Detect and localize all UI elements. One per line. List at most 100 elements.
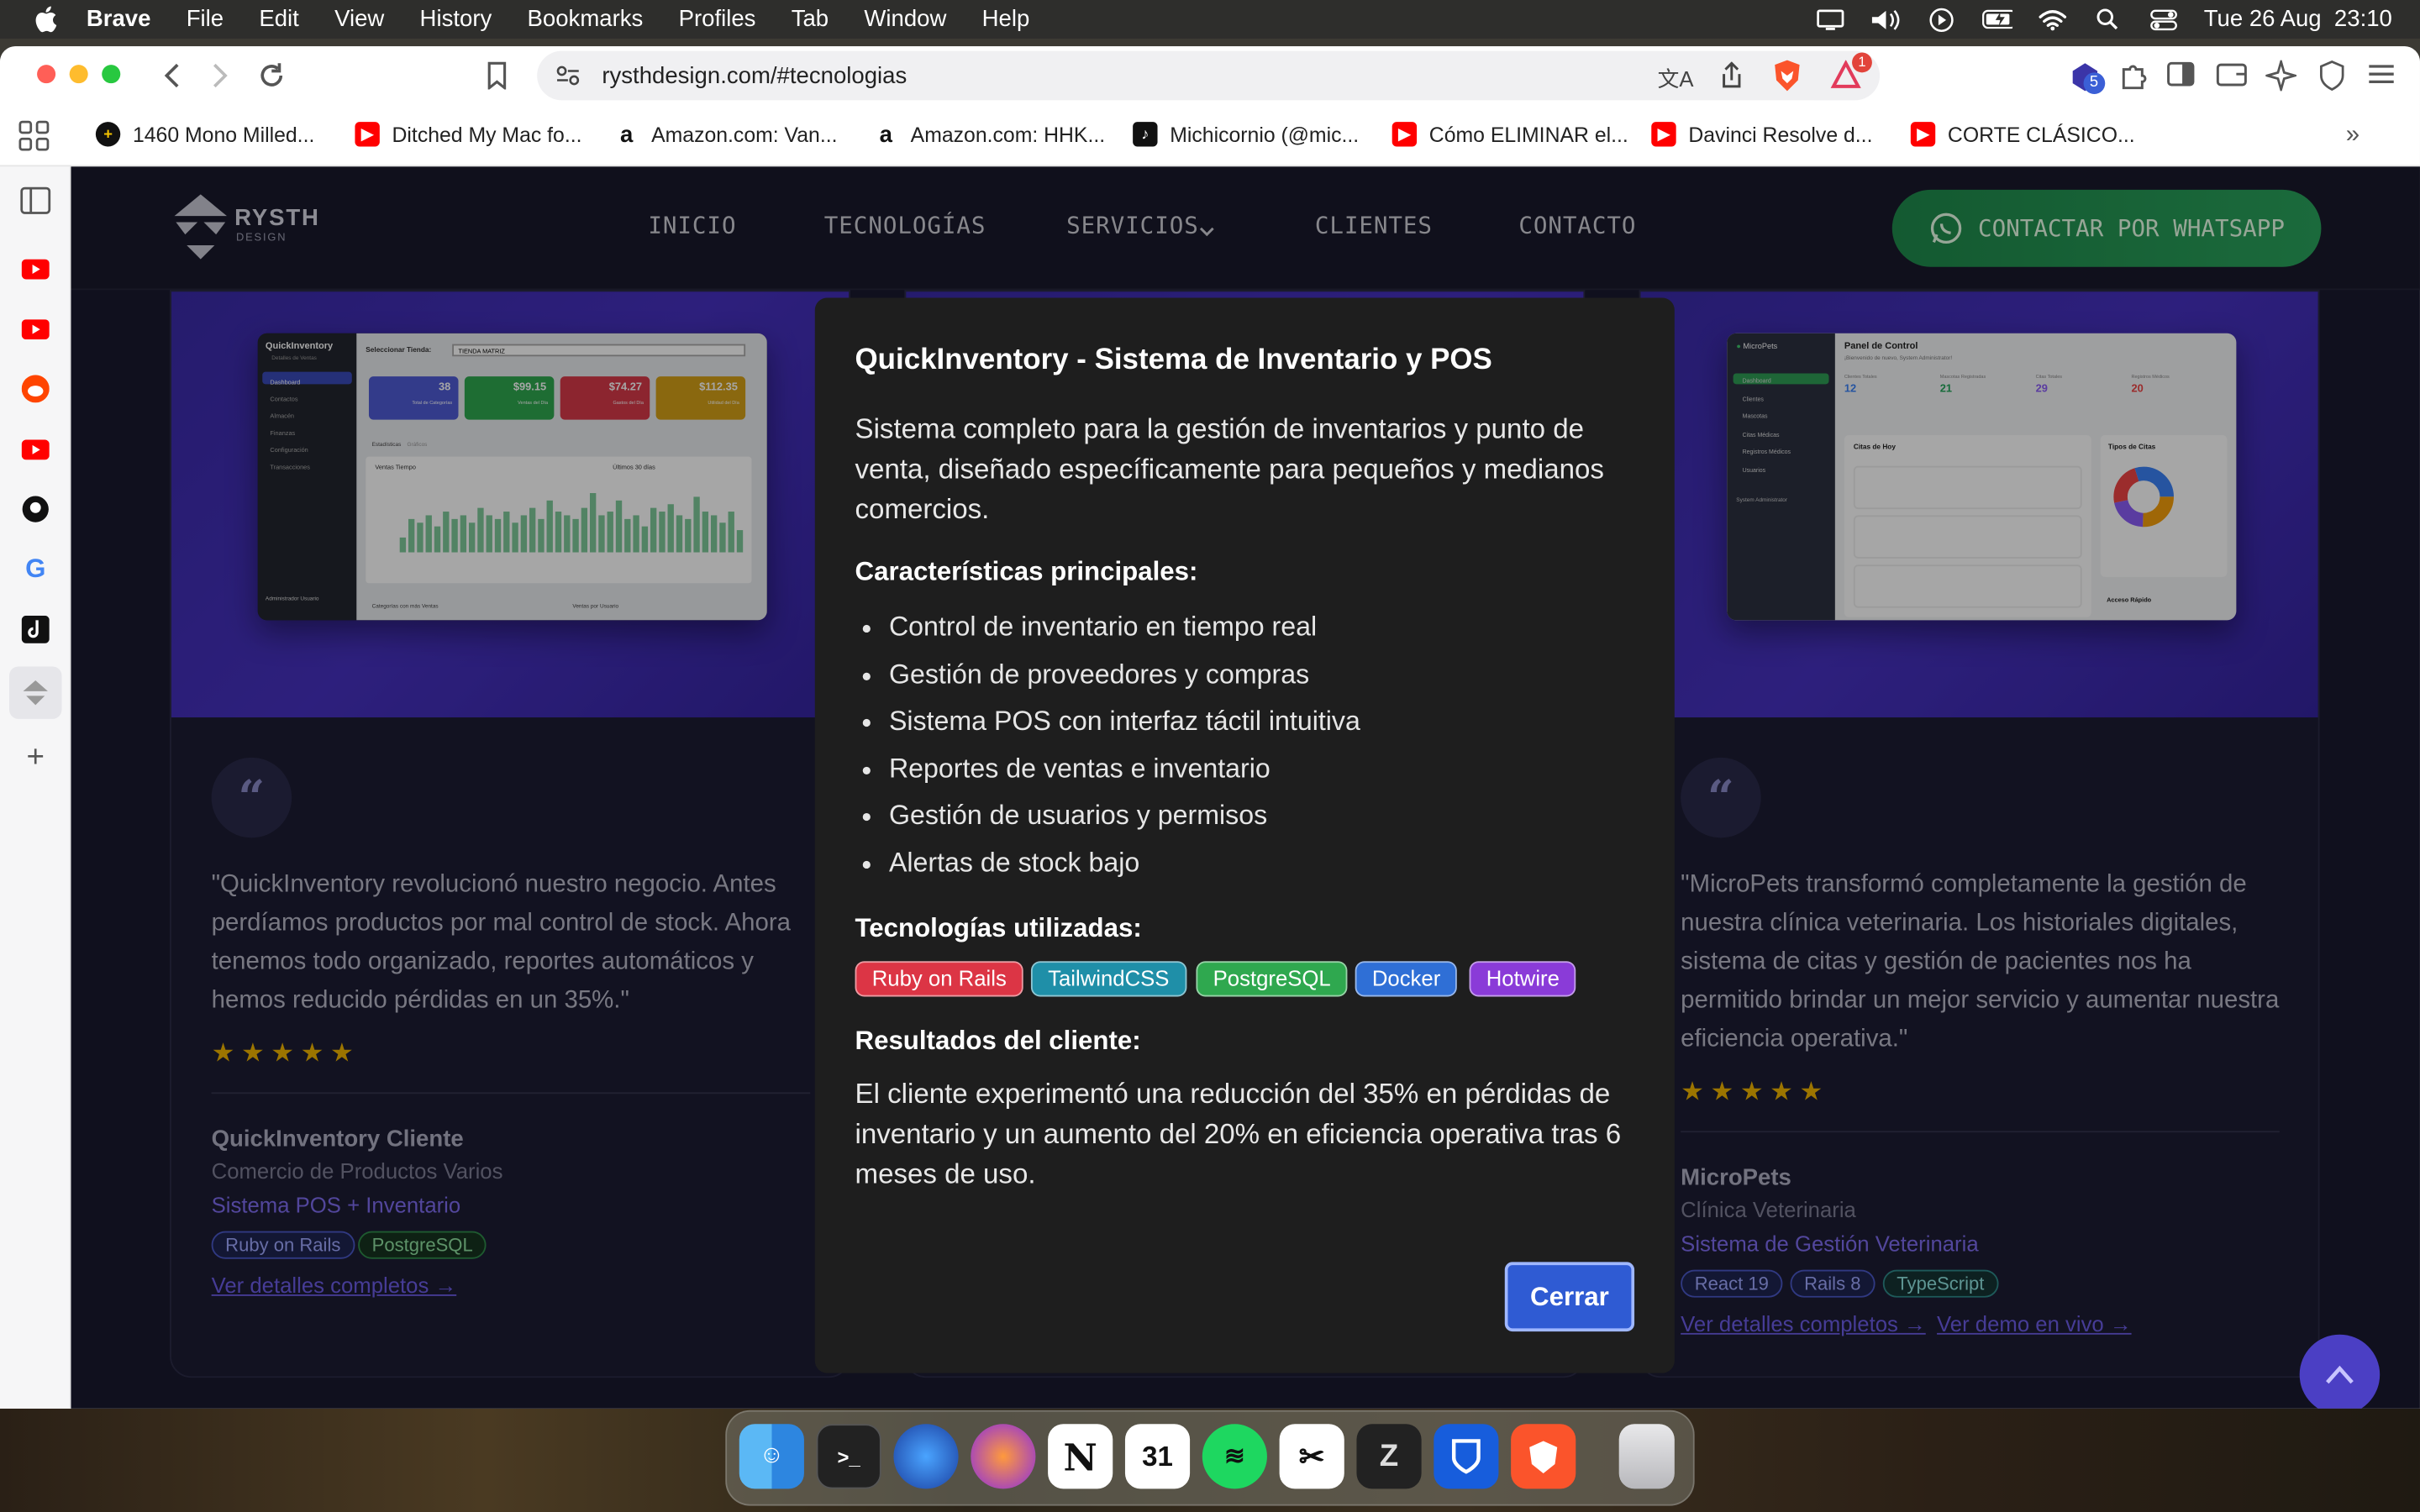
battery-icon[interactable] <box>1981 7 2012 31</box>
brave-icon[interactable] <box>1511 1424 1576 1489</box>
address-bar[interactable]: rysthdesign.com/#tecnologias 文A 1 <box>537 50 1881 101</box>
menu-edit[interactable]: Edit <box>259 6 298 32</box>
features-list: Control de inventario en tiempo real Ges… <box>889 603 1360 885</box>
extensions-puzzle-icon[interactable] <box>2118 60 2149 99</box>
chevron-up-icon <box>2326 1365 2354 1384</box>
results-heading: Resultados del cliente: <box>855 1026 1141 1056</box>
bookmark-item[interactable]: ▶ Davinci Resolve d... <box>1651 122 1872 147</box>
bookmark-label: Cómo ELIMINAR el... <box>1428 123 1628 146</box>
terminal-icon[interactable]: >_ <box>816 1424 881 1489</box>
youtube-icon[interactable] <box>20 313 51 344</box>
google-icon[interactable]: G <box>20 554 51 585</box>
tech-badge-hotwire: Hotwire <box>1469 961 1577 997</box>
feature-item: Alertas de stock bajo <box>889 838 1360 885</box>
brave-shields-icon[interactable] <box>1772 59 1803 101</box>
plus-circle-icon: + <box>95 122 121 147</box>
back-icon[interactable] <box>160 61 182 97</box>
browser-sidebar: G + <box>0 166 71 1409</box>
spotify-icon[interactable]: ≋ <box>1202 1424 1267 1489</box>
menu-profiles[interactable]: Profiles <box>679 6 756 32</box>
calendar-icon[interactable]: 31 <box>1124 1424 1191 1489</box>
bookmark-page-icon[interactable] <box>487 61 508 97</box>
menu-history[interactable]: History <box>420 6 492 32</box>
tiktok-icon[interactable] <box>20 614 51 645</box>
zoom-window-button[interactable] <box>102 65 121 84</box>
github-icon[interactable] <box>20 494 51 525</box>
bookmarks-bar: +1460 Mono Milled... ▶ Ditched My Mac fo.… <box>0 104 2420 167</box>
wifi-icon[interactable] <box>2037 7 2068 31</box>
technologies-heading: Tecnologías utilizadas: <box>855 913 1142 943</box>
youtube-icon[interactable] <box>20 253 51 284</box>
menu-hamburger-icon[interactable] <box>2367 63 2395 92</box>
browser-window: rysthdesign.com/#tecnologias 文A 1 5 +146… <box>0 46 2420 1409</box>
zed-icon[interactable]: Z <box>1356 1424 1422 1489</box>
menu-app-name[interactable]: Brave <box>87 6 151 32</box>
feature-item: Control de inventario en tiempo real <box>889 603 1360 650</box>
capcut-icon[interactable]: ✂ <box>1279 1424 1344 1489</box>
menu-view[interactable]: View <box>334 6 384 32</box>
feature-item: Reportes de ventas e inventario <box>889 744 1360 791</box>
browser-toolbar: rysthdesign.com/#tecnologias 文A 1 5 <box>0 46 2420 105</box>
sidebar-toggle-icon[interactable] <box>20 185 51 216</box>
apps-grid-icon[interactable] <box>18 120 50 155</box>
site-settings-icon[interactable] <box>555 63 580 96</box>
control-center-icon[interactable] <box>2149 7 2180 31</box>
sidebar-panel-icon[interactable] <box>2167 61 2195 94</box>
bookmark-item[interactable]: ▶ CORTE CLÁSICO... <box>1910 122 2135 147</box>
bookmark-item[interactable]: a Amazon.com: Van... <box>614 121 837 148</box>
display-icon[interactable] <box>1815 7 1846 31</box>
url-text[interactable]: rysthdesign.com/#tecnologias <box>602 63 907 89</box>
menu-help[interactable]: Help <box>982 6 1030 32</box>
firefox-dev-icon[interactable] <box>971 1424 1036 1489</box>
bitwarden-icon[interactable] <box>1434 1424 1499 1489</box>
project-details-modal: QuickInventory - Sistema de Inventario y… <box>814 297 1675 1373</box>
scroll-to-top-button[interactable] <box>2299 1334 2381 1409</box>
rewards-badge: 1 <box>1852 52 1872 73</box>
wallet-icon[interactable] <box>2216 61 2248 94</box>
youtube-icon[interactable] <box>20 433 51 465</box>
reddit-icon[interactable] <box>20 373 51 404</box>
close-window-button[interactable] <box>37 65 56 84</box>
translate-icon[interactable]: 文A <box>1658 63 1694 94</box>
bookmark-item[interactable]: ♪ Michicornio (@mic... <box>1133 122 1359 147</box>
tiktok-icon: ♪ <box>1133 122 1158 147</box>
macos-dock: ☺ >_ N 31 ≋ ✂ Z <box>725 1410 1695 1506</box>
menu-tab[interactable]: Tab <box>792 6 829 32</box>
spotlight-search-icon[interactable] <box>2092 7 2123 31</box>
bookmark-item[interactable]: a Amazon.com: HHK... <box>874 121 1106 147</box>
bookmark-label: 1460 Mono Milled... <box>132 123 315 146</box>
menu-clock[interactable]: Tue 26 Aug 23:10 <box>2204 6 2392 32</box>
bookmark-item[interactable]: ▶ Ditched My Mac fo... <box>355 122 582 147</box>
vpn-shield-icon[interactable] <box>2318 60 2346 99</box>
minimize-window-button[interactable] <box>69 65 88 84</box>
more-bookmarks-icon[interactable]: » <box>2346 122 2360 150</box>
bookmark-item[interactable]: ▶ Cómo ELIMINAR el... <box>1392 122 1628 147</box>
modal-title: QuickInventory - Sistema de Inventario y… <box>855 344 1492 377</box>
leo-ai-icon[interactable] <box>2263 57 2300 99</box>
share-icon[interactable] <box>1719 61 1744 97</box>
trash-icon[interactable] <box>1618 1424 1675 1489</box>
rysth-icon[interactable] <box>9 666 62 719</box>
reload-icon[interactable] <box>256 60 287 99</box>
close-modal-button[interactable]: Cerrar <box>1504 1262 1635 1332</box>
tech-badge-ruby-on-rails: Ruby on Rails <box>855 961 1024 997</box>
apple-icon[interactable] <box>31 5 59 33</box>
add-icon[interactable]: + <box>20 740 51 774</box>
tech-badge-docker: Docker <box>1355 961 1458 997</box>
amazon-icon: a <box>620 121 634 148</box>
firefox-icon[interactable] <box>893 1424 959 1489</box>
tech-badge-postgresql: PostgreSQL <box>1196 961 1348 997</box>
play-icon[interactable] <box>1926 7 1957 32</box>
menu-window[interactable]: Window <box>864 6 946 32</box>
menu-file[interactable]: File <box>187 6 224 32</box>
finder-icon[interactable]: ☺ <box>739 1424 804 1489</box>
bookmark-label: CORTE CLÁSICO... <box>1947 123 2135 146</box>
notion-icon[interactable]: N <box>1048 1424 1113 1489</box>
bookmark-label: Ditched My Mac fo... <box>392 123 582 146</box>
youtube-icon: ▶ <box>1392 122 1418 147</box>
feature-item: Sistema POS con interfaz táctil intuitiv… <box>889 697 1360 744</box>
menu-bookmarks[interactable]: Bookmarks <box>528 6 644 32</box>
bookmark-item[interactable]: +1460 Mono Milled... <box>95 122 315 147</box>
volume-icon[interactable] <box>1870 7 1902 31</box>
forward-icon[interactable] <box>210 61 232 97</box>
